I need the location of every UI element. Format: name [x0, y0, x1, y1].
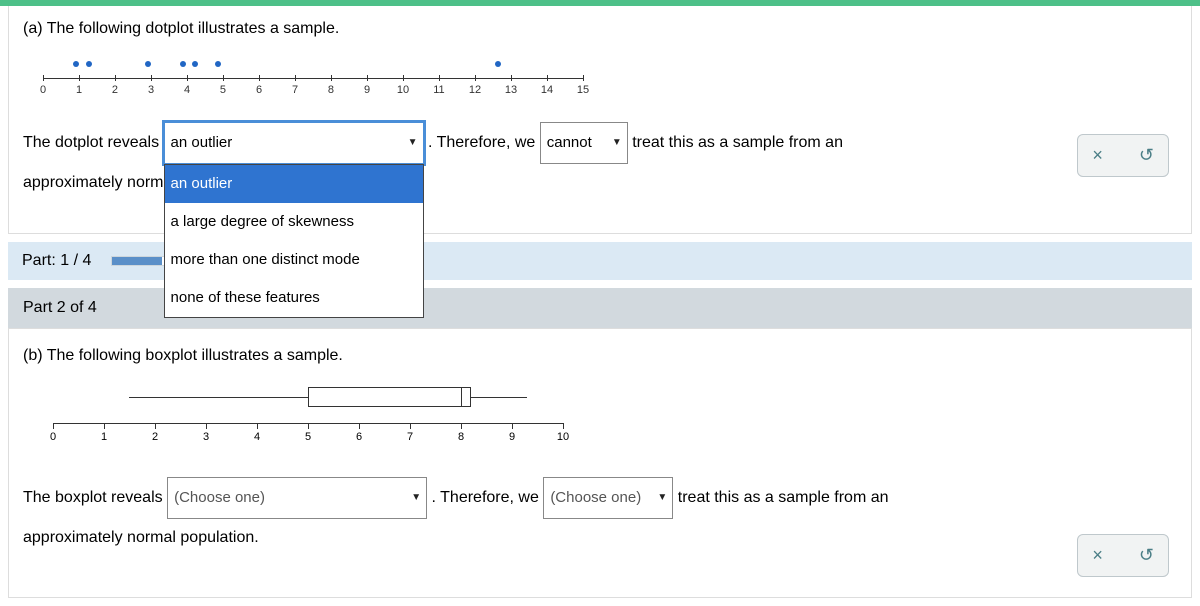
select-feature-b[interactable]: (Choose one) ▼	[167, 477, 427, 519]
progress-fill	[112, 257, 162, 265]
dot	[495, 61, 501, 67]
box	[308, 387, 471, 407]
dotplot: 0 1 2 3 4 5 6 7 8 9 10 11 12 13 14 15	[23, 48, 583, 104]
progress-label: Part: 1 / 4	[22, 252, 91, 270]
whisker-right	[471, 397, 527, 398]
select-cannot-a-value: cannot	[547, 134, 592, 151]
action-box-a: × ↺	[1077, 134, 1169, 177]
boxplot: 0 1 2 3 4 5 6 7 8 9 10	[23, 379, 583, 449]
part-a-container: (a) The following dotplot illustrates a …	[8, 6, 1192, 234]
close-icon[interactable]: ×	[1092, 545, 1103, 566]
text-treat-b: treat this as a sample from an	[678, 489, 889, 506]
dotplot-axis: 0 1 2 3 4 5 6 7 8 9 10 11 12 13 14 15	[43, 78, 583, 104]
part-b: (b) The following boxplot illustrates a …	[8, 328, 1192, 598]
part-a-sentence: The dotplot reveals an outlier ▼ an outl…	[23, 122, 1177, 203]
reset-icon[interactable]: ↺	[1139, 545, 1154, 566]
select-cannot-b[interactable]: (Choose one) ▼	[543, 477, 673, 519]
select-feature-b-placeholder: (Choose one)	[174, 489, 265, 506]
select-feature-a-value: an outlier	[171, 134, 233, 151]
median	[461, 387, 462, 407]
dot	[215, 61, 221, 67]
select-feature-a[interactable]: an outlier ▼	[164, 122, 424, 164]
action-box-b: × ↺	[1077, 534, 1169, 577]
chevron-down-icon: ▼	[411, 486, 421, 510]
dropdown-option[interactable]: none of these features	[165, 279, 423, 317]
reset-icon[interactable]: ↺	[1139, 145, 1154, 166]
text-boxplot-reveals: The boxplot reveals	[23, 489, 163, 506]
part-b-question: (b) The following boxplot illustrates a …	[23, 347, 1177, 365]
text-therefore-a: . Therefore, we	[428, 134, 535, 151]
part-b-sentence: The boxplot reveals (Choose one) ▼ . The…	[23, 477, 1177, 557]
whisker-left	[129, 397, 329, 398]
dot	[192, 61, 198, 67]
part-a-question: (a) The following dotplot illustrates a …	[23, 20, 1177, 38]
dropdown-option[interactable]: a large degree of skewness	[165, 203, 423, 241]
chevron-down-icon: ▼	[408, 131, 418, 155]
dot	[73, 61, 79, 67]
select-feature-a-dropdown: an outlier a large degree of skewness mo…	[164, 164, 424, 318]
select-cannot-b-placeholder: (Choose one)	[550, 489, 641, 506]
select-cannot-a[interactable]: cannot ▼	[540, 122, 628, 164]
dropdown-option[interactable]: an outlier	[165, 165, 423, 203]
part-a: (a) The following dotplot illustrates a …	[9, 6, 1191, 233]
text-therefore-b: . Therefore, we	[432, 489, 539, 506]
dot	[180, 61, 186, 67]
chevron-down-icon: ▼	[612, 131, 622, 155]
dot	[145, 61, 151, 67]
text-approx-b: approximately normal population.	[23, 529, 259, 546]
text-dotplot-reveals: The dotplot reveals	[23, 134, 159, 151]
dropdown-option[interactable]: more than one distinct mode	[165, 241, 423, 279]
dot	[86, 61, 92, 67]
text-treat-a: treat this as a sample from an	[632, 134, 843, 151]
close-icon[interactable]: ×	[1092, 145, 1103, 166]
chevron-down-icon: ▼	[657, 486, 667, 510]
